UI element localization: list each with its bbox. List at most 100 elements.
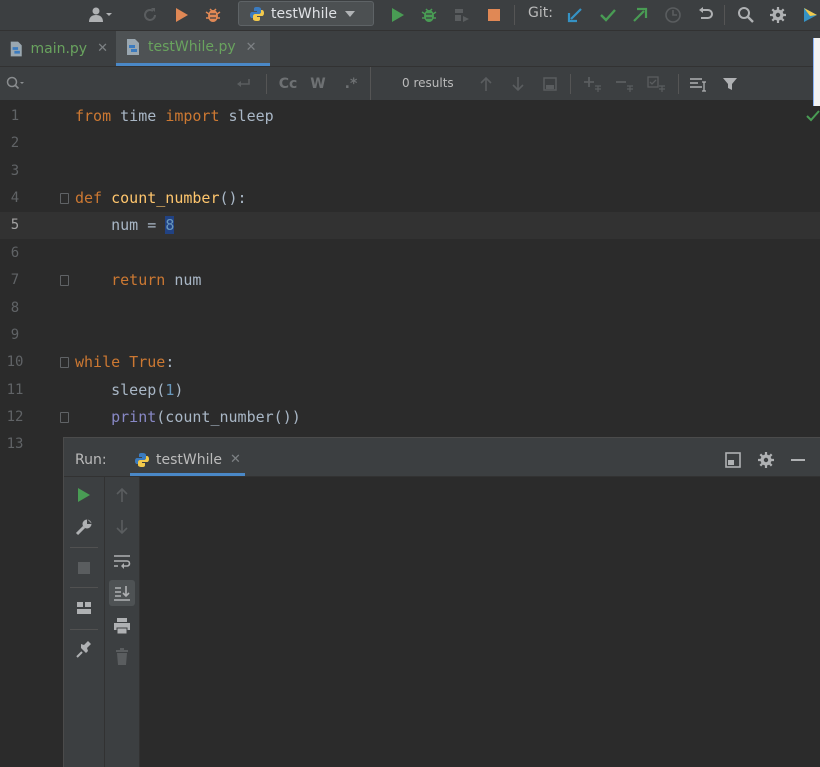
- filter-icon[interactable]: [720, 74, 740, 94]
- line-number: 3: [10, 163, 20, 179]
- scroll-to-end-icon[interactable]: [109, 580, 135, 606]
- run-coverage-icon[interactable]: [451, 5, 471, 25]
- line-number: 9: [10, 327, 20, 343]
- match-case-toggle[interactable]: Cc: [276, 74, 300, 94]
- restore-layout-icon[interactable]: [723, 450, 743, 470]
- code-line-current: 5 num = 8: [0, 212, 820, 239]
- user-vcs-icon[interactable]: [86, 5, 116, 25]
- line-number: 11: [6, 382, 24, 398]
- run-tab-testwhile[interactable]: testWhile ✕: [130, 446, 245, 476]
- git-push-icon[interactable]: [630, 5, 650, 25]
- search-results-count: 0 results: [402, 76, 454, 90]
- code-line: 2: [0, 130, 820, 157]
- run-configuration-label: testWhile: [271, 5, 337, 22]
- stop-icon[interactable]: [74, 558, 94, 578]
- line-number: 6: [10, 245, 20, 261]
- code-line: 8: [0, 295, 820, 322]
- fold-marker-icon[interactable]: [60, 193, 69, 204]
- code-editor[interactable]: 1 from time import sleep 2 3 4 def count…: [0, 101, 820, 452]
- run-tool-window: Run: testWhile ✕: [63, 437, 820, 767]
- code-text: return num: [75, 271, 202, 289]
- next-occurrence-icon[interactable]: [508, 74, 528, 94]
- search-icon[interactable]: [736, 5, 756, 25]
- python-icon: [135, 452, 149, 467]
- code-line: 4 def count_number():: [0, 185, 820, 212]
- chevron-down-icon: [345, 10, 355, 17]
- python-icon: [250, 6, 264, 21]
- line-number: 7: [10, 272, 20, 288]
- plugin-icon[interactable]: [800, 5, 820, 25]
- fold-marker-icon[interactable]: [60, 275, 69, 286]
- code-text: sleep(1): [75, 381, 184, 399]
- code-line: 10 while True:: [0, 349, 820, 376]
- code-line: 7 return num: [0, 267, 820, 294]
- tab-label: testWhile.py: [148, 39, 236, 55]
- print-icon[interactable]: [112, 616, 132, 636]
- close-icon[interactable]: ✕: [246, 40, 257, 55]
- pin-icon[interactable]: [74, 640, 94, 660]
- tab-main-py[interactable]: main.py ✕: [0, 31, 116, 66]
- remove-occurrence-icon[interactable]: [614, 74, 636, 94]
- new-line-icon[interactable]: [233, 74, 253, 94]
- inspection-ok-icon: [806, 109, 820, 127]
- open-in-window-icon[interactable]: [540, 74, 560, 94]
- line-number: 12: [6, 409, 24, 425]
- editor-tabs: main.py ✕ testWhile.py ✕: [0, 31, 820, 67]
- minimize-icon[interactable]: [788, 450, 808, 470]
- code-text: num = 8: [75, 216, 175, 234]
- code-line: 9: [0, 322, 820, 349]
- add-occurrence-icon[interactable]: [582, 74, 604, 94]
- popup-edge: [813, 38, 820, 106]
- down-stack-icon[interactable]: [112, 517, 132, 537]
- whole-words-toggle[interactable]: W: [308, 74, 328, 94]
- tab-testwhile-py[interactable]: testWhile.py ✕: [116, 31, 270, 66]
- code-line: 1 from time import sleep: [0, 103, 820, 130]
- tab-label: main.py: [30, 40, 88, 57]
- run-title: Run:: [75, 452, 107, 468]
- run-header: Run: testWhile ✕: [64, 438, 820, 477]
- line-number: 13: [6, 436, 24, 452]
- soft-wrap-icon[interactable]: [112, 551, 132, 571]
- code-line: 12 print(count_number()): [0, 404, 820, 431]
- up-stack-icon[interactable]: [112, 485, 132, 505]
- console-output[interactable]: [140, 477, 820, 767]
- regex-toggle[interactable]: .*: [340, 74, 362, 94]
- select-all-occurrences-icon[interactable]: [646, 74, 668, 94]
- refresh-icon[interactable]: [140, 5, 160, 25]
- code-line: 3: [0, 158, 820, 185]
- fold-marker-icon[interactable]: [60, 412, 69, 423]
- wrench-icon[interactable]: [74, 517, 94, 537]
- trash-icon[interactable]: [112, 647, 132, 667]
- line-number: 10: [6, 354, 24, 370]
- search-icon[interactable]: [4, 74, 26, 94]
- close-icon[interactable]: ✕: [97, 41, 108, 56]
- python-file-icon: [10, 41, 22, 56]
- run-actions-toolbar: [64, 477, 105, 767]
- line-number: 5: [10, 217, 20, 233]
- run-icon[interactable]: [172, 5, 192, 25]
- run-configuration-select[interactable]: testWhile: [238, 1, 374, 26]
- in-selection-icon[interactable]: [688, 74, 710, 94]
- git-rollback-icon[interactable]: [695, 5, 715, 25]
- git-label: Git:: [528, 5, 553, 21]
- rerun-icon[interactable]: [74, 485, 94, 505]
- find-separator: [370, 67, 371, 100]
- toolbar-separator: [70, 547, 98, 548]
- find-bar: Cc W .* 0 results: [0, 67, 820, 101]
- stop-icon[interactable]: [484, 5, 504, 25]
- settings-icon[interactable]: [756, 450, 776, 470]
- run-green-icon[interactable]: [388, 5, 408, 25]
- fold-marker-icon[interactable]: [60, 357, 69, 368]
- layout-icon[interactable]: [74, 598, 94, 618]
- debug-icon[interactable]: [203, 5, 223, 25]
- python-file-icon: [127, 39, 139, 55]
- previous-occurrence-icon[interactable]: [476, 74, 496, 94]
- close-icon[interactable]: ✕: [230, 452, 241, 467]
- git-history-icon[interactable]: [663, 5, 683, 25]
- settings-icon[interactable]: [768, 5, 788, 25]
- debug-green-icon[interactable]: [419, 5, 439, 25]
- toolbar-separator: [70, 587, 98, 588]
- git-update-icon[interactable]: [565, 5, 585, 25]
- git-commit-icon[interactable]: [598, 5, 618, 25]
- line-number: 4: [10, 190, 20, 206]
